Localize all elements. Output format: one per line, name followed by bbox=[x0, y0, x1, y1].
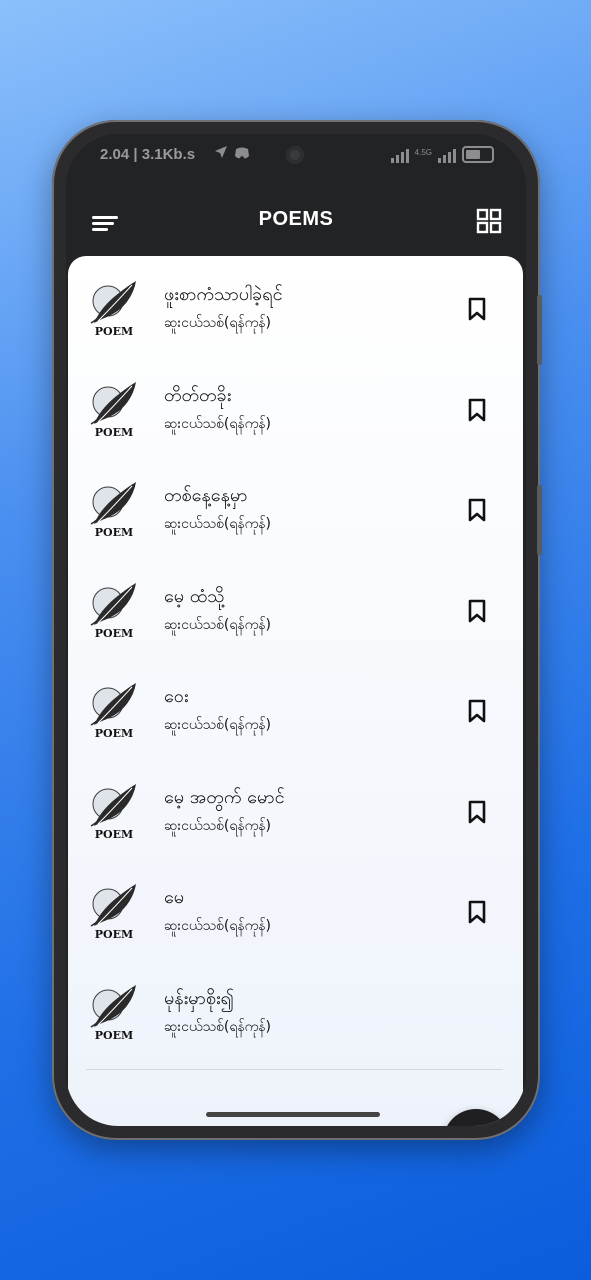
poem-title: မေ bbox=[164, 887, 185, 908]
list-divider bbox=[86, 1069, 503, 1070]
poem-list-item[interactable]: POEM ဖူးစာကံသာပါခဲ့ရင် ဆူးငယ်သစ်(ရန်ကုန်… bbox=[68, 256, 523, 356]
bookmark-icon[interactable] bbox=[466, 397, 488, 423]
poem-texts: မေ့ ထံသို့ ဆူးငယ်သစ်(ရန်ကုန်) bbox=[164, 584, 271, 636]
feather-quill-icon: POEM bbox=[90, 582, 136, 640]
poem-texts: တစ်နေ့နေ့မှာ ဆူးငယ်သစ်(ရန်ကုန်) bbox=[164, 483, 271, 535]
feather-quill-icon: POEM bbox=[90, 683, 136, 740]
bookmark-icon[interactable] bbox=[466, 497, 488, 523]
front-camera bbox=[286, 146, 304, 164]
poem-title: မေ့ ထံသို့ bbox=[164, 585, 225, 607]
feather-quill-icon: POEM bbox=[90, 482, 136, 539]
search-button[interactable] bbox=[443, 1109, 509, 1126]
bookmark-icon[interactable] bbox=[466, 899, 488, 925]
power-button bbox=[537, 485, 542, 555]
poem-thumbnail: POEM bbox=[88, 983, 140, 1042]
poem-title: မုန်းမှာစိုး၍ bbox=[164, 987, 235, 1009]
poem-texts: မုန်းမှာစိုး၍ ဆူးငယ်သစ်(ရန်ကုန်) bbox=[164, 986, 271, 1038]
poem-list-item[interactable]: POEM တိတ်တခိုး ဆူးငယ်သစ်(ရန်ကုန်) bbox=[68, 357, 523, 457]
poem-author: ဆူးငယ်သစ်(ရန်ကုန်) bbox=[164, 918, 272, 934]
feather-quill-icon: POEM bbox=[90, 783, 136, 841]
bookmark-icon[interactable] bbox=[466, 296, 488, 322]
discord-icon bbox=[234, 146, 250, 163]
app-screen: 2.04 | 3.1Kb.s 4.5G POEMS POEM ဖူးစာကံသာ… bbox=[66, 134, 526, 1126]
poem-texts: ဝေး ဆူးငယ်သစ်(ရန်ကုန်) bbox=[164, 684, 271, 736]
thumbnail-label: POEM bbox=[95, 526, 133, 538]
bookmark-icon[interactable] bbox=[466, 598, 488, 624]
grid-view-icon[interactable] bbox=[476, 208, 502, 234]
poem-list-item[interactable]: POEM မုန်းမှာစိုး၍ ဆူးငယ်သစ်(ရန်ကုန်) bbox=[68, 960, 523, 1060]
status-time: 2.04 | 3.1Kb.s bbox=[100, 146, 196, 163]
app-bar: POEMS bbox=[66, 194, 526, 254]
poem-list-item[interactable]: POEM ဝေး ဆူးငယ်သစ်(ရန်ကုန်) bbox=[68, 658, 523, 758]
signal-icon-2 bbox=[438, 149, 456, 163]
phone-frame: 2.04 | 3.1Kb.s 4.5G POEMS POEM ဖူးစာကံသာ… bbox=[52, 120, 542, 1140]
poem-author: ဆူးငယ်သစ်(ရန်ကုန်) bbox=[164, 415, 272, 432]
poem-list-item[interactable]: POEM မေ့ ထံသို့ ဆူးငယ်သစ်(ရန်ကုန်) bbox=[68, 558, 523, 658]
thumbnail-label: POEM bbox=[95, 828, 133, 840]
poem-author: ဆူးငယ်သစ်(ရန်ကုန်) bbox=[164, 516, 272, 532]
feather-quill-icon: POEM bbox=[90, 281, 136, 338]
feather-quill-icon: POEM bbox=[90, 884, 136, 941]
poem-title: မေ့ အတွက် မောင် bbox=[164, 786, 285, 808]
poem-thumbnail: POEM bbox=[88, 279, 140, 338]
signal-icon bbox=[390, 149, 409, 163]
poem-author: ဆူးငယ်သစ်(ရန်ကုန်) bbox=[164, 717, 272, 733]
poem-author: ဆူးငယ်သစ်(ရန်ကုန်) bbox=[164, 817, 272, 834]
poem-list-item[interactable]: POEM တစ်နေ့နေ့မှာ ဆူးငယ်သစ်(ရန်ကုန်) bbox=[68, 457, 523, 557]
poem-thumbnail: POEM bbox=[88, 681, 140, 740]
poem-thumbnail: POEM bbox=[88, 480, 140, 539]
navigation-icon bbox=[214, 145, 228, 163]
network-type: 4.5G bbox=[414, 148, 432, 157]
thumbnail-label: POEM bbox=[95, 1029, 133, 1041]
poem-list-item[interactable]: POEM မေ့ အတွက် မောင် ဆူးငယ်သစ်(ရန်ကုန်) bbox=[68, 759, 523, 859]
thumbnail-label: POEM bbox=[95, 627, 133, 639]
poem-texts: မေ ဆူးငယ်သစ်(ရန်ကုန်) bbox=[164, 885, 271, 937]
poem-title: ဝေး bbox=[164, 686, 189, 707]
feather-quill-icon: POEM bbox=[90, 381, 136, 439]
page-title: POEMS bbox=[258, 208, 334, 230]
status-bar: 2.04 | 3.1Kb.s 4.5G bbox=[66, 134, 526, 178]
bookmark-icon[interactable] bbox=[466, 799, 488, 825]
thumbnail-label: POEM bbox=[95, 325, 133, 337]
battery-icon bbox=[462, 146, 494, 163]
poem-texts: တိတ်တခိုး ဆူးငယ်သစ်(ရန်ကုန်) bbox=[164, 383, 271, 435]
poem-thumbnail: POEM bbox=[88, 380, 140, 439]
home-indicator bbox=[206, 1112, 380, 1117]
bookmark-icon[interactable] bbox=[466, 698, 488, 724]
poem-texts: ဖူးစာကံသာပါခဲ့ရင် ဆူးငယ်သစ်(ရန်ကုန်) bbox=[164, 282, 283, 334]
feather-quill-icon: POEM bbox=[90, 984, 136, 1042]
volume-button bbox=[537, 295, 542, 365]
poem-list-item[interactable]: POEM မေ ဆူးငယ်သစ်(ရန်ကုန်) bbox=[68, 859, 523, 959]
poem-texts: မေ့ အတွက် မောင် ဆူးငယ်သစ်(ရန်ကုန်) bbox=[164, 785, 285, 837]
signal-indicators: 4.5G bbox=[390, 146, 494, 163]
poem-list-card: POEM ဖူးစာကံသာပါခဲ့ရင် ဆူးငယ်သစ်(ရန်ကုန်… bbox=[68, 256, 523, 1126]
poem-title: တိတ်တခိုး bbox=[164, 384, 232, 406]
poem-thumbnail: POEM bbox=[88, 581, 140, 640]
poem-thumbnail: POEM bbox=[88, 782, 140, 841]
poem-thumbnail: POEM bbox=[88, 882, 140, 941]
thumbnail-label: POEM bbox=[95, 928, 133, 940]
poem-title: ဖူးစာကံသာပါခဲ့ရင် bbox=[164, 284, 283, 305]
thumbnail-label: POEM bbox=[95, 426, 133, 438]
poem-author: ဆူးငယ်သစ်(ရန်ကုန်) bbox=[164, 1018, 272, 1035]
thumbnail-label: POEM bbox=[95, 727, 133, 739]
poem-title: တစ်နေ့နေ့မှာ bbox=[164, 485, 248, 506]
poem-author: ဆူးငယ်သစ်(ရန်ကုန်) bbox=[164, 315, 272, 331]
poem-author: ဆူးငယ်သစ်(ရန်ကုန်) bbox=[164, 616, 272, 633]
